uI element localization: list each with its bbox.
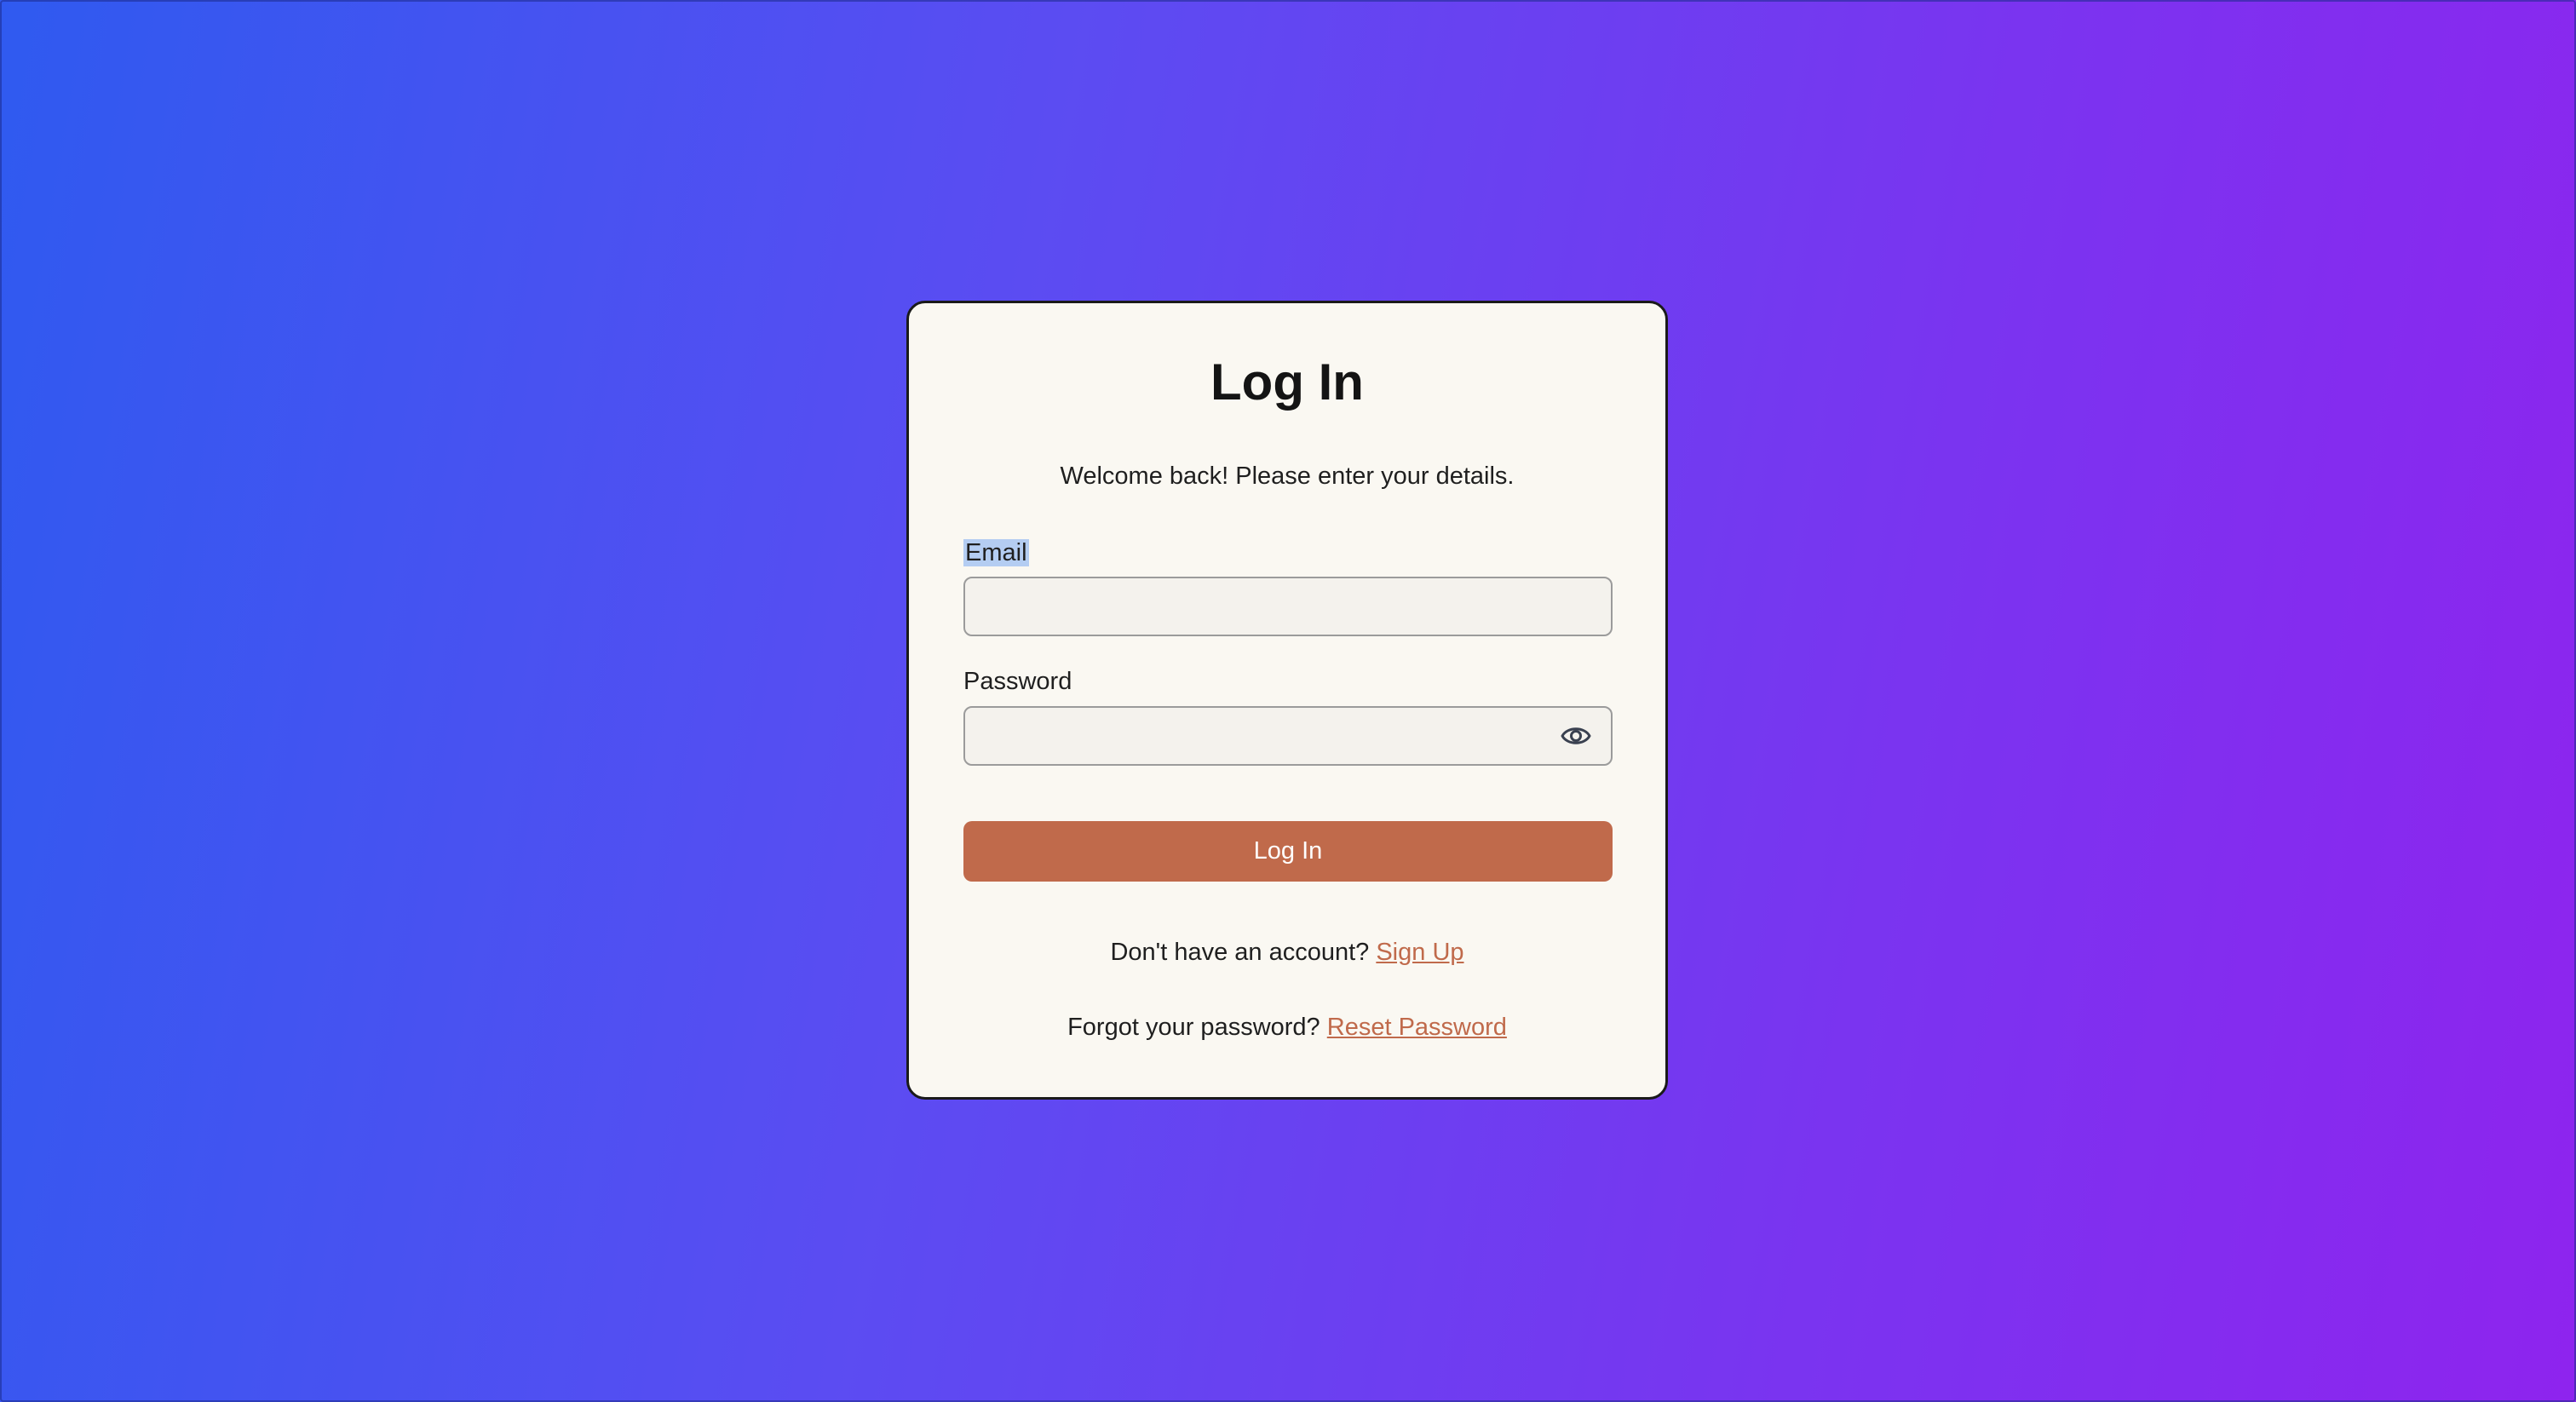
password-label: Password xyxy=(963,668,1072,695)
email-input[interactable] xyxy=(965,578,1611,635)
welcome-subtitle: Welcome back! Please enter your details. xyxy=(1060,463,1515,490)
eye-icon[interactable] xyxy=(1560,721,1592,750)
reset-prompt: Forgot your password? xyxy=(1067,1014,1320,1041)
sign-up-link[interactable]: Sign Up xyxy=(1376,939,1463,966)
email-label: Email xyxy=(963,538,1029,568)
password-input[interactable] xyxy=(965,708,1611,764)
signup-prompt: Don't have an account? xyxy=(1110,939,1370,966)
signup-line: Don't have an account? Sign Up xyxy=(909,938,1665,968)
email-label-text: Email xyxy=(963,539,1029,566)
email-field-wrapper xyxy=(963,577,1613,636)
reset-password-link[interactable]: Reset Password xyxy=(1327,1014,1507,1041)
reset-line: Forgot your password? Reset Password xyxy=(909,1013,1665,1043)
login-card: Log In Welcome back! Please enter your d… xyxy=(906,301,1668,1100)
password-field-wrapper xyxy=(963,706,1613,766)
page-title: Log In xyxy=(1210,353,1364,411)
login-button[interactable]: Log In xyxy=(963,821,1613,882)
